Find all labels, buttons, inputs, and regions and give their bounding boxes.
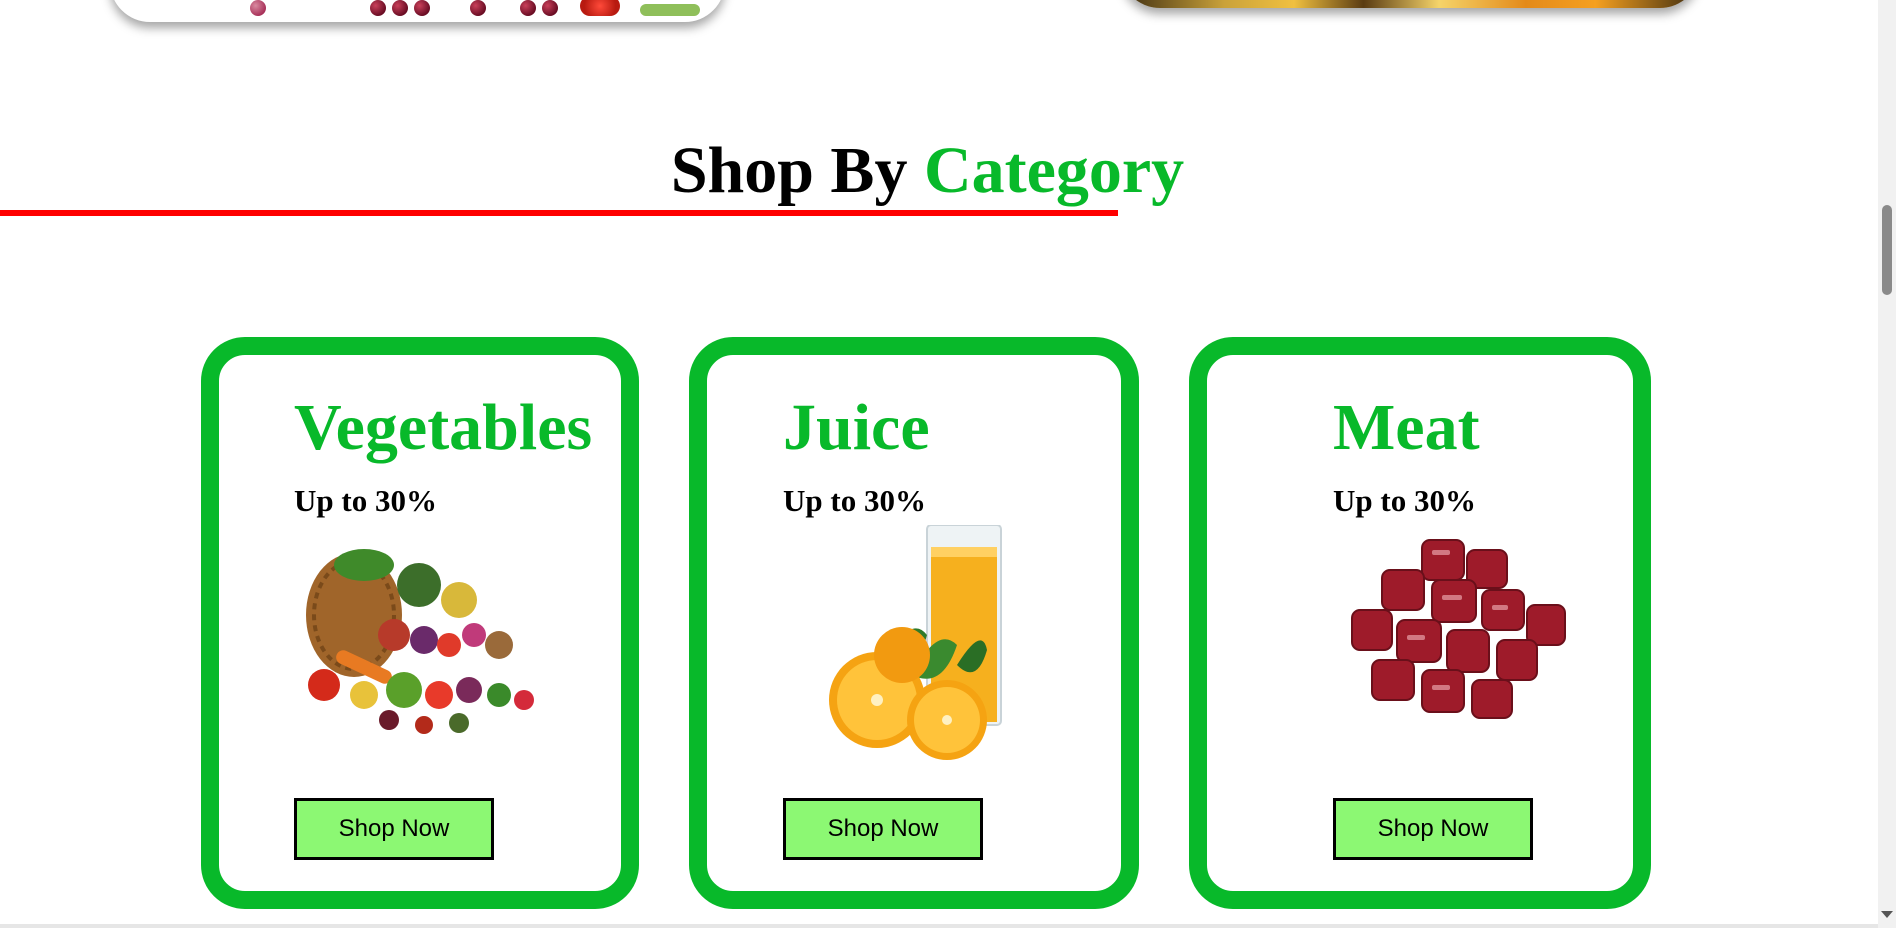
berry-shape xyxy=(520,0,536,16)
section-title: Shop By Category xyxy=(0,138,1855,204)
card-discount: Up to 30% xyxy=(294,483,437,518)
raw-meat-image xyxy=(1351,539,1566,719)
berry-shape xyxy=(392,0,408,16)
berry-shape xyxy=(414,0,430,16)
berry-shape xyxy=(470,0,486,16)
berry-shape xyxy=(250,0,266,16)
category-card-vegetables: Vegetables Up to 30% Shop Now xyxy=(201,337,639,909)
page: Shop By Category Vegetables Up to 30% Sh… xyxy=(0,0,1896,928)
category-card-meat: Meat Up to 30% Shop Now xyxy=(1189,337,1651,909)
horizontal-scrollbar[interactable] xyxy=(0,924,1878,928)
cucumber-shape xyxy=(640,4,700,16)
title-underline xyxy=(0,210,1118,216)
section-title-main: Shop By xyxy=(670,134,908,207)
vertical-scrollbar[interactable] xyxy=(1878,0,1896,928)
card-title: Vegetables xyxy=(294,391,593,464)
card-discount: Up to 30% xyxy=(783,483,926,518)
orange-juice-image xyxy=(829,525,1002,760)
card-title: Juice xyxy=(783,391,930,464)
vegetable-basket-image xyxy=(306,549,534,734)
scroll-thumb[interactable] xyxy=(1882,205,1892,295)
berry-shape xyxy=(370,0,386,16)
scroll-down-arrow-icon[interactable] xyxy=(1881,911,1893,918)
hero-image-left xyxy=(110,0,725,22)
shop-now-button[interactable]: Shop Now xyxy=(294,798,494,860)
section-title-accent: Category xyxy=(923,134,1185,207)
card-title: Meat xyxy=(1333,391,1480,464)
card-discount: Up to 30% xyxy=(1333,483,1476,518)
shop-now-button[interactable]: Shop Now xyxy=(783,798,983,860)
shop-now-button[interactable]: Shop Now xyxy=(1333,798,1533,860)
tomato-shape xyxy=(580,0,620,16)
hero-image-right xyxy=(1120,0,1700,8)
category-card-juice: Juice Up to 30% Shop Now xyxy=(689,337,1139,909)
berry-shape xyxy=(542,0,558,16)
